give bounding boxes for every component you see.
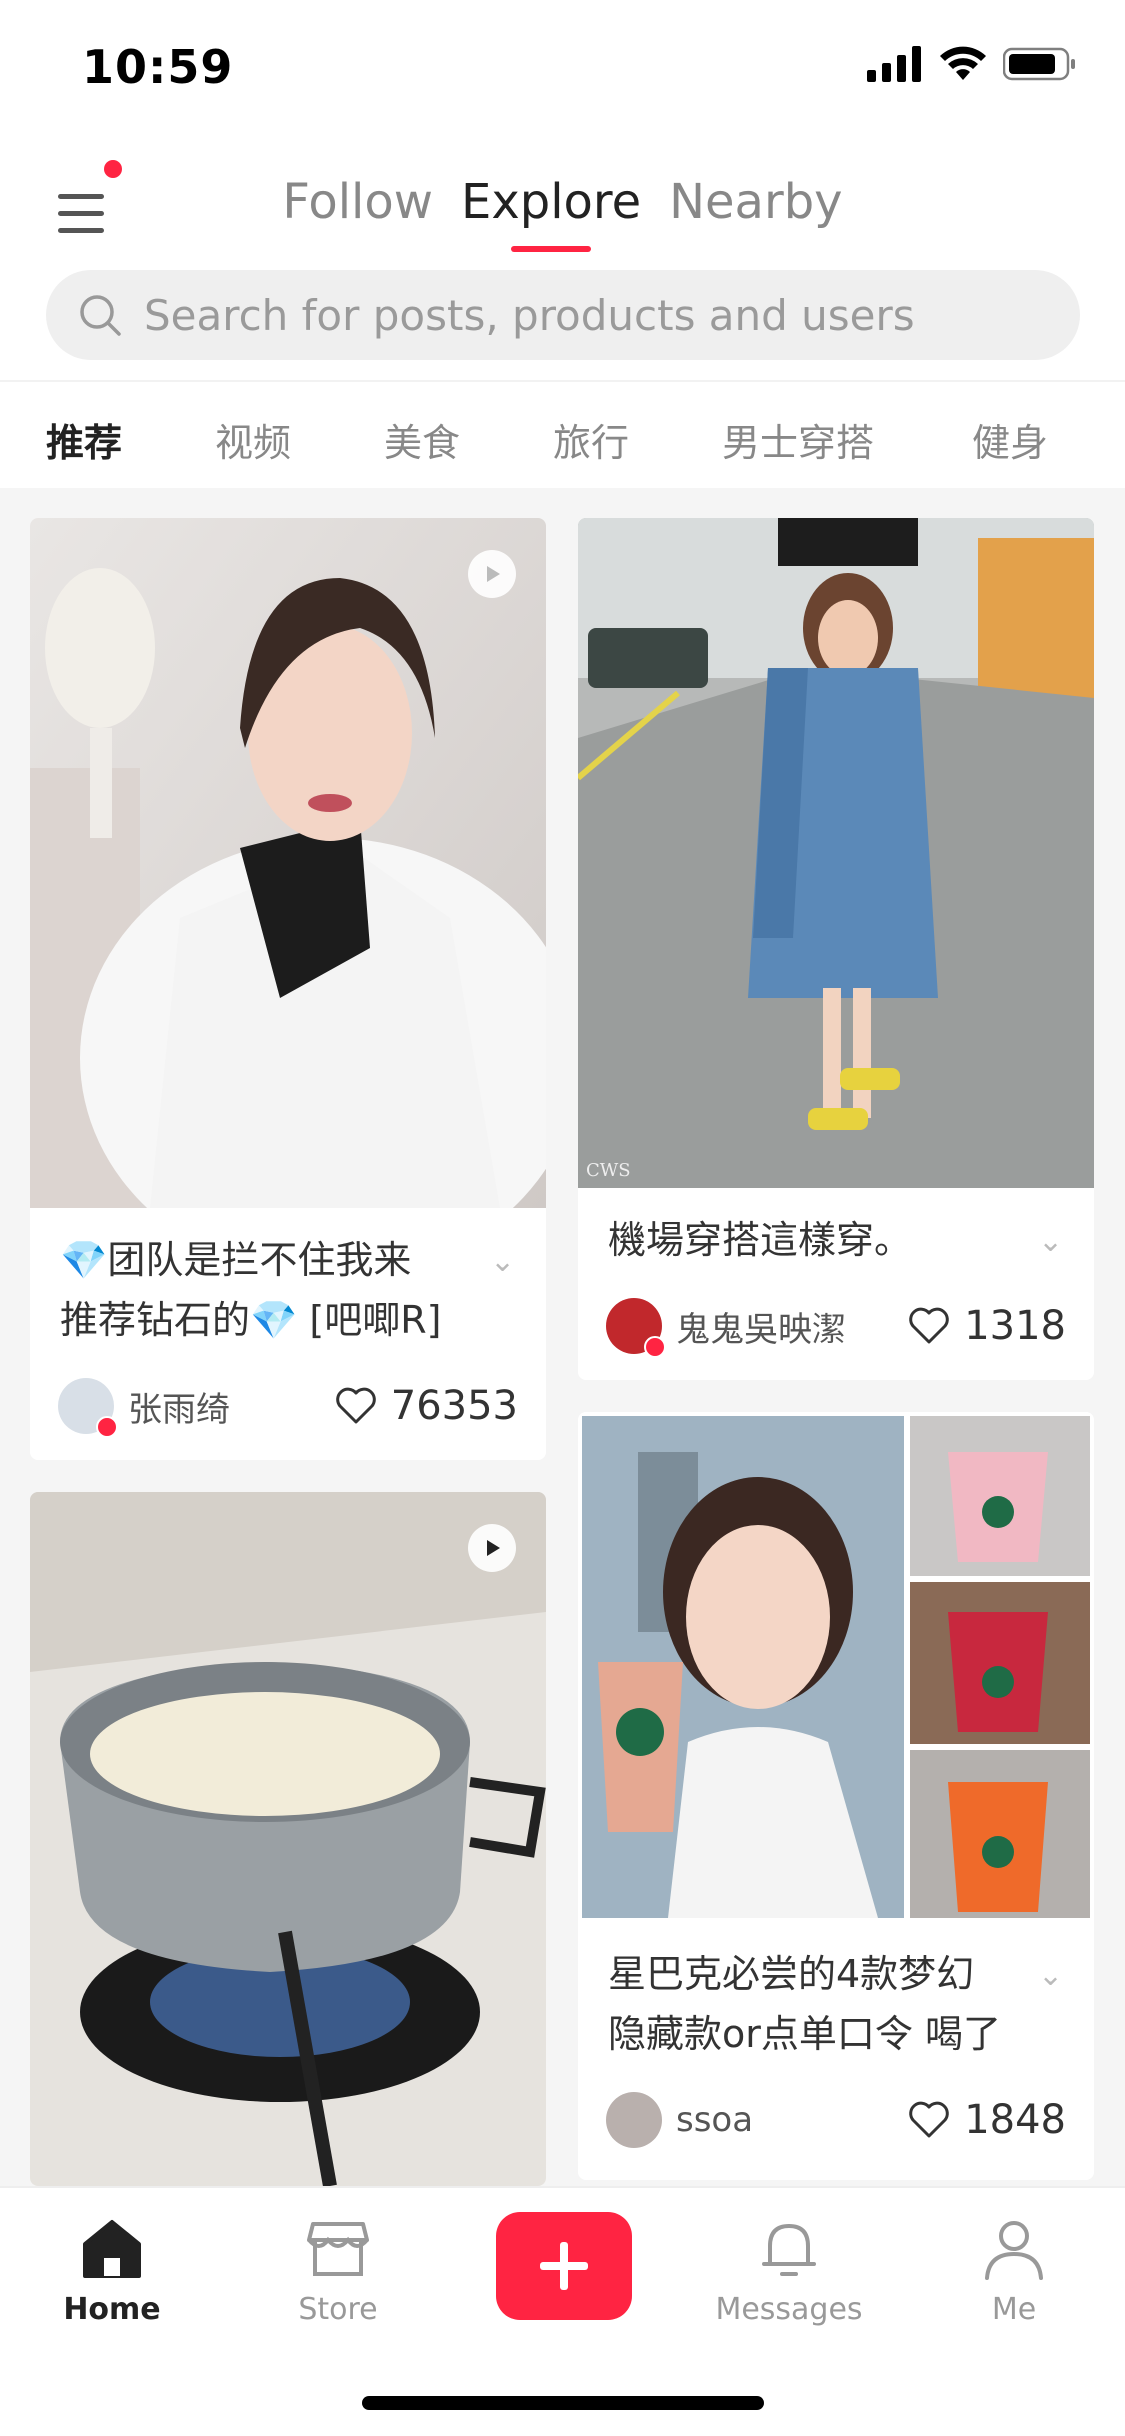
home-indicator[interactable] xyxy=(362,2396,764,2410)
image-watermark: CWS xyxy=(586,1160,631,1181)
post-title-line: 💎团队是拦不住我来 xyxy=(60,1238,412,1282)
author-name[interactable]: ssoa xyxy=(676,2100,908,2140)
active-tab-underline xyxy=(511,246,592,252)
like-button[interactable]: 1318 xyxy=(908,1303,1066,1349)
feed-tabs: Follow Explore Nearby xyxy=(0,174,1125,252)
category-recommended[interactable]: 推荐 xyxy=(46,412,122,467)
post-title-line: 星巴克必尝的4款梦幻 xyxy=(608,1952,975,1996)
plus-icon xyxy=(540,2242,588,2290)
post-title-line: 隐藏款or点单口令 喝了 xyxy=(608,2012,1001,2056)
chevron-down-icon[interactable]: ⌄ xyxy=(1038,1958,1063,1993)
author-name[interactable]: 张雨绮 xyxy=(128,1382,335,1431)
like-button[interactable]: 1848 xyxy=(908,2097,1066,2143)
like-count: 1318 xyxy=(964,1303,1066,1349)
home-icon xyxy=(83,2220,141,2278)
tab-me[interactable]: Me xyxy=(934,2218,1094,2327)
post-card[interactable]: 💎团队是拦不住我来 推荐钻石的💎 [吧唧R] ⌄ 张雨绮 76353 xyxy=(30,518,546,1460)
post-card[interactable]: CWS 機場穿搭這樣穿。 ⌄ 鬼鬼吳映潔 1318 xyxy=(578,518,1094,1380)
category-travel[interactable]: 旅行 xyxy=(553,412,629,467)
play-icon xyxy=(487,566,500,582)
search-placeholder: Search for posts, products and users xyxy=(144,290,915,340)
avatar[interactable] xyxy=(606,1298,666,1358)
battery-icon xyxy=(1003,47,1075,81)
author-row: ssoa 1848 xyxy=(606,2090,1066,2150)
top-header: Follow Explore Nearby Search for posts, … xyxy=(0,140,1125,380)
author-row: 张雨绮 76353 xyxy=(58,1376,518,1438)
tab-store[interactable]: Store xyxy=(258,2218,418,2327)
post-title-line: 推荐钻石的💎 [吧唧R] xyxy=(60,1298,442,1342)
like-count: 76353 xyxy=(390,1383,518,1429)
heart-icon xyxy=(335,1387,376,1424)
category-video[interactable]: 视频 xyxy=(215,412,291,467)
tab-explore-label: Explore xyxy=(460,174,642,230)
avatar[interactable] xyxy=(58,1378,118,1438)
create-post-button[interactable] xyxy=(496,2212,632,2320)
person-icon xyxy=(985,2221,1043,2280)
video-indicator xyxy=(468,1524,516,1572)
tab-messages[interactable]: Messages xyxy=(709,2218,869,2327)
search-input[interactable]: Search for posts, products and users xyxy=(46,270,1080,360)
like-count: 1848 xyxy=(964,2097,1066,2143)
post-image[interactable] xyxy=(30,1492,546,2186)
like-button[interactable]: 76353 xyxy=(335,1383,518,1429)
signal-icon xyxy=(867,46,921,82)
tab-home[interactable]: Home xyxy=(32,2218,192,2327)
post-title-line: 機場穿搭這樣穿。 xyxy=(608,1218,913,1262)
author-row: 鬼鬼吳映潔 1318 xyxy=(606,1296,1066,1358)
category-bar: 推荐 视频 美食 旅行 男士穿搭 健身 xyxy=(0,380,1125,488)
post-image[interactable] xyxy=(30,518,546,1208)
post-title: 星巴克必尝的4款梦幻 隐藏款or点单口令 喝了 xyxy=(608,1944,1001,2064)
tab-follow-label: Follow xyxy=(282,174,433,230)
tab-explore[interactable]: Explore xyxy=(459,174,643,252)
verified-badge xyxy=(644,1336,666,1358)
category-fitness[interactable]: 健身 xyxy=(972,412,1048,467)
tab-nearby[interactable]: Nearby xyxy=(667,174,844,230)
post-title: 💎团队是拦不住我来 推荐钻石的💎 [吧唧R] xyxy=(60,1230,441,1350)
bell-icon xyxy=(762,2224,816,2276)
tab-messages-label: Messages xyxy=(715,2292,863,2327)
search-icon xyxy=(80,295,121,336)
tab-nearby-label: Nearby xyxy=(669,174,843,230)
wifi-icon xyxy=(940,46,986,80)
post-image[interactable]: CWS xyxy=(578,518,1094,1188)
status-time: 10:59 xyxy=(82,40,234,94)
chevron-down-icon[interactable]: ⌄ xyxy=(1038,1224,1063,1259)
post-card[interactable]: 星巴克必尝的4款梦幻 隐藏款or点单口令 喝了 ⌄ ssoa 1848 xyxy=(578,1412,1094,2180)
avatar[interactable] xyxy=(606,2092,662,2148)
chevron-down-icon[interactable]: ⌄ xyxy=(490,1244,515,1279)
play-icon xyxy=(487,1540,500,1556)
category-mens-fashion[interactable]: 男士穿搭 xyxy=(722,412,874,467)
store-icon xyxy=(307,2222,369,2276)
category-food[interactable]: 美食 xyxy=(384,412,460,467)
tab-follow[interactable]: Follow xyxy=(280,174,435,230)
video-indicator xyxy=(468,550,516,598)
verified-badge xyxy=(96,1416,118,1438)
heart-icon xyxy=(909,2101,949,2138)
post-card[interactable] xyxy=(30,1492,546,2186)
author-name[interactable]: 鬼鬼吳映潔 xyxy=(676,1302,908,1351)
post-image[interactable] xyxy=(578,1412,1094,1922)
heart-icon xyxy=(909,1307,949,1344)
status-bar: 10:59 xyxy=(0,0,1125,140)
status-icons xyxy=(867,46,1077,82)
tab-home-label: Home xyxy=(63,2292,161,2327)
post-title: 機場穿搭這樣穿。 xyxy=(608,1210,912,1270)
tab-me-label: Me xyxy=(991,2292,1037,2327)
tab-store-label: Store xyxy=(298,2292,378,2327)
